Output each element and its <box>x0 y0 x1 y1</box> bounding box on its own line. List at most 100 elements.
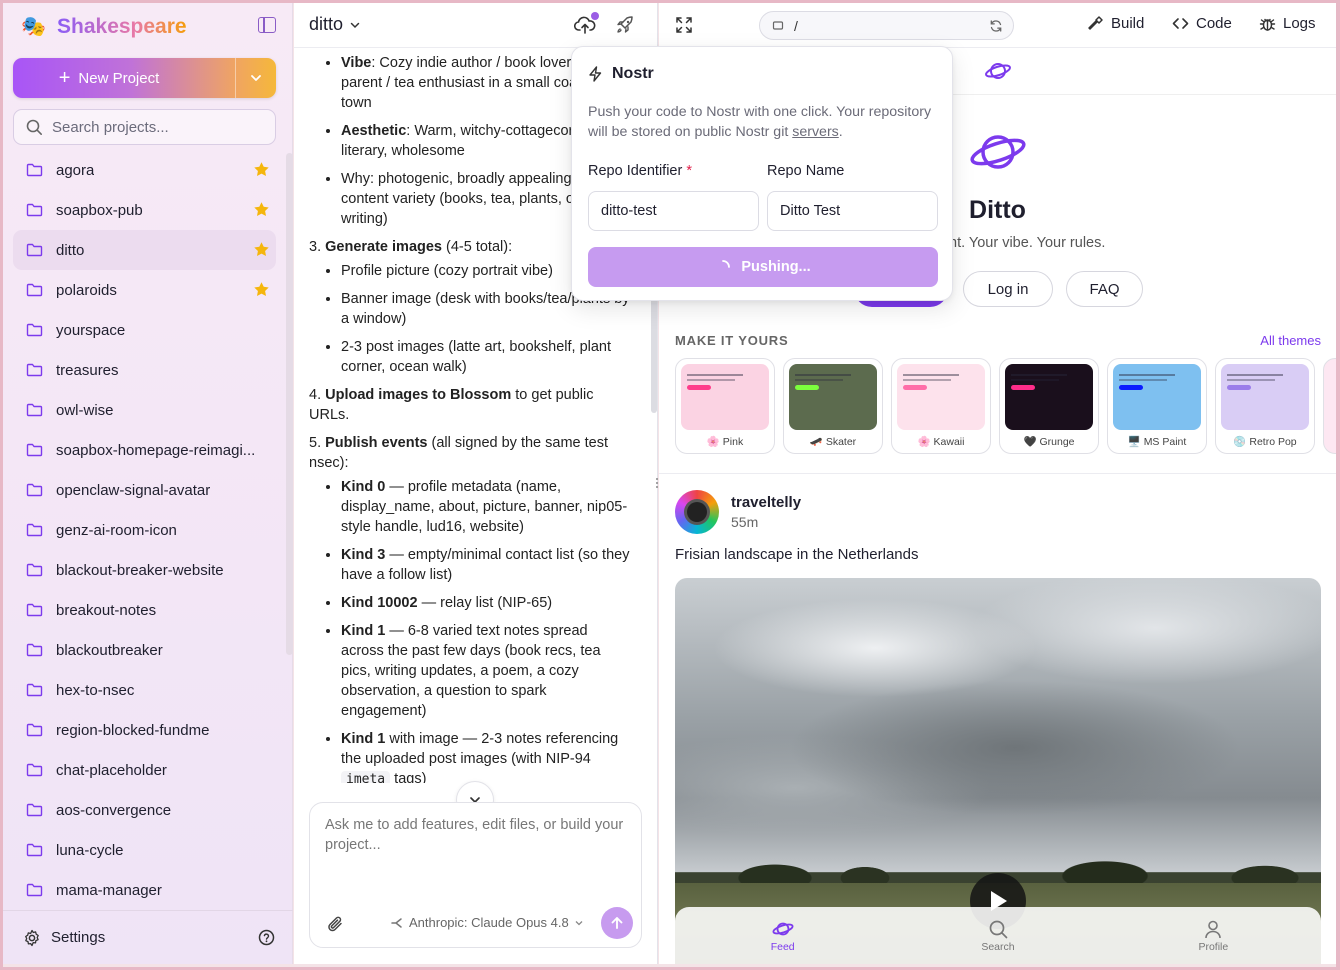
chat-composer: Anthropic: Claude Opus 4.8 <box>309 802 642 948</box>
settings-button[interactable]: Settings <box>3 910 293 964</box>
project-item[interactable]: mama-manager <box>13 870 276 910</box>
project-item[interactable]: blackout-breaker-website <box>13 550 276 590</box>
desc-text: Push your code to Nostr with one click. … <box>588 104 932 140</box>
project-item[interactable]: chat-placeholder <box>13 750 276 790</box>
swatch-line <box>687 374 743 376</box>
servers-link[interactable]: servers <box>792 124 839 140</box>
repo-id-input[interactable] <box>588 191 759 231</box>
project-item[interactable]: treasures <box>13 350 276 390</box>
project-switcher[interactable]: ditto <box>309 14 361 35</box>
theme-emoji: 🛹 <box>809 436 823 448</box>
folder-icon <box>26 203 43 217</box>
settings-label: Settings <box>51 929 106 946</box>
project-item[interactable]: genz-ai-room-icon <box>13 510 276 550</box>
tab-build[interactable]: Build <box>1087 15 1144 32</box>
folder-icon <box>26 523 43 537</box>
swatch-line <box>795 379 843 381</box>
project-item[interactable]: luna-cycle <box>13 830 276 870</box>
brand[interactable]: 🎭 Shakespeare <box>21 13 187 41</box>
project-item[interactable]: aos-convergence <box>13 790 276 830</box>
nav-feed[interactable]: Feed <box>675 907 890 964</box>
project-item[interactable]: owl-wise <box>13 390 276 430</box>
project-item[interactable]: agora <box>13 150 276 190</box>
sidebar-toggle-icon[interactable] <box>258 17 276 33</box>
star-icon[interactable] <box>253 241 270 258</box>
search-icon <box>989 920 1008 938</box>
help-icon[interactable] <box>258 929 275 946</box>
model-selector[interactable]: Anthropic: Claude Opus 4.8 <box>390 915 584 930</box>
sidebar-scrollbar[interactable] <box>286 153 293 655</box>
project-item[interactable]: breakout-notes <box>13 590 276 630</box>
list-item: Kind 1 with image — 2-3 notes referencin… <box>341 729 632 783</box>
post-text: Frisian landscape in the Netherlands <box>675 546 919 563</box>
all-themes-link[interactable]: All themes <box>1260 333 1321 348</box>
theme-card[interactable]: 🛹 Skater <box>783 358 883 454</box>
project-name: breakout-notes <box>56 601 157 619</box>
project-item[interactable]: soapbox-homepage-reimagi... <box>13 430 276 470</box>
project-item[interactable]: hex-to-nsec <box>13 670 276 710</box>
nav-search[interactable]: Search <box>890 907 1105 964</box>
avatar[interactable] <box>675 490 719 534</box>
push-button[interactable]: Pushing... <box>588 247 938 287</box>
theme-card[interactable]: 💿 Retro Pop <box>1215 358 1315 454</box>
theme-card-partial[interactable] <box>1323 358 1336 454</box>
swatch-line <box>1011 379 1059 381</box>
new-project-dropdown[interactable] <box>236 71 276 85</box>
new-project-main[interactable]: + New Project <box>13 68 235 88</box>
theme-card[interactable]: 🖤 Grunge <box>999 358 1099 454</box>
project-name: aos-convergence <box>56 801 172 819</box>
popover-title-text: Nostr <box>612 65 654 82</box>
preview-toolbar: / Build Code Logs <box>659 3 1336 48</box>
project-title: ditto <box>309 14 344 34</box>
tab-code[interactable]: Code <box>1172 15 1232 32</box>
star-icon[interactable] <box>253 201 270 218</box>
repo-name-input[interactable] <box>767 191 938 231</box>
step-5-list: Kind 0 — profile metadata (name, display… <box>309 477 632 721</box>
app-tagline: nt. Your vibe. Your rules. <box>949 235 1106 251</box>
login-button[interactable]: Log in <box>963 271 1053 307</box>
swatch-pill <box>903 385 927 390</box>
expand-icon[interactable] <box>675 16 693 34</box>
project-item[interactable]: openclaw-signal-avatar <box>13 470 276 510</box>
star-icon[interactable] <box>253 281 270 298</box>
step-title: Publish events <box>325 435 428 451</box>
new-project-button[interactable]: + New Project <box>13 58 276 98</box>
project-item[interactable]: yourspace <box>13 310 276 350</box>
theme-name: 🌸 Pink <box>676 435 774 448</box>
planet-logo-icon[interactable] <box>984 57 1012 85</box>
folder-icon <box>26 443 43 457</box>
project-name: owl-wise <box>56 401 114 419</box>
faq-button[interactable]: FAQ <box>1066 271 1143 307</box>
theme-card[interactable]: 🌸 Pink <box>675 358 775 454</box>
tab-logs[interactable]: Logs <box>1259 15 1316 32</box>
project-item[interactable]: polaroids <box>13 270 276 310</box>
paperclip-icon[interactable] <box>326 915 344 933</box>
theme-emoji: 🌸 <box>917 436 931 448</box>
send-button[interactable] <box>601 907 633 939</box>
feed-post[interactable]: traveltelly 55m Frisian landscape in the… <box>659 473 1336 964</box>
folder-icon <box>26 683 43 697</box>
required-mark: * <box>686 163 692 179</box>
star-icon[interactable] <box>253 161 270 178</box>
swatch-line <box>1227 374 1283 376</box>
project-item[interactable]: ditto <box>13 230 276 270</box>
folder-icon <box>26 163 43 177</box>
search-input[interactable] <box>52 118 262 136</box>
item-text: tags) <box>390 771 427 783</box>
project-item[interactable]: region-blocked-fundme <box>13 710 276 750</box>
theme-name: 🌸 Kawaii <box>892 435 990 448</box>
rocket-icon[interactable] <box>614 14 636 36</box>
nav-label: Search <box>981 940 1015 953</box>
project-item[interactable]: blackoutbreaker <box>13 630 276 670</box>
theme-card[interactable]: 🌸 Kawaii <box>891 358 991 454</box>
reload-icon[interactable] <box>989 19 1003 33</box>
swatch-line <box>1119 379 1167 381</box>
nav-profile[interactable]: Profile <box>1106 907 1321 964</box>
post-author[interactable]: traveltelly <box>731 494 801 511</box>
theme-card[interactable]: 🖥️ MS Paint <box>1107 358 1207 454</box>
project-item[interactable]: soapbox-pub <box>13 190 276 230</box>
chat-input[interactable] <box>325 815 625 885</box>
url-bar[interactable]: / <box>759 11 1014 40</box>
project-search[interactable] <box>13 109 276 145</box>
folder-icon <box>26 283 43 297</box>
